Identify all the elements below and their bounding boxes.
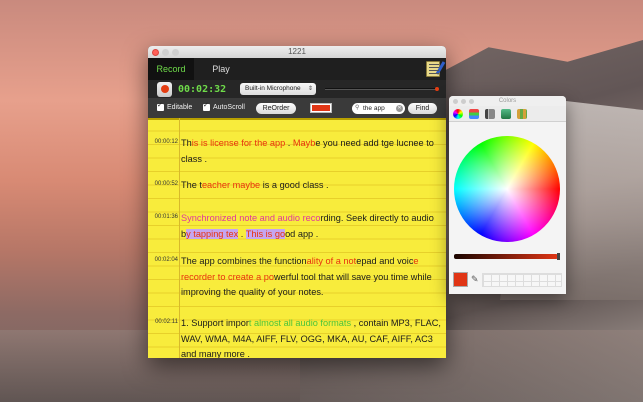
window-titlebar[interactable]: 1221 [148, 46, 446, 58]
paper-top-rule [148, 118, 446, 120]
note-text-run: 1. Support impor [181, 318, 249, 328]
saved-swatches-grid[interactable] [482, 273, 562, 287]
autoscroll-label: AutoScroll [213, 104, 245, 111]
edit-controls-bar: Editable AutoScroll ReOrder ⚲ the app ✕ … [148, 98, 446, 118]
record-bar: 00:02:32 Built-in Microphone ⇕ [148, 80, 446, 98]
note-text[interactable]: This is license for the app . Maybe you … [181, 136, 443, 167]
note-text-run: This is go [245, 228, 286, 239]
notes-paper[interactable]: 00:00:12 This is license for the app . Ma… [148, 118, 446, 358]
colors-titlebar[interactable]: Colors [449, 96, 566, 106]
color-palettes-icon[interactable] [485, 108, 495, 119]
colors-panel: Colors ✎ [449, 96, 566, 294]
note-text[interactable]: 1. Support import almost all audio forma… [181, 316, 443, 358]
brightness-slider-knob[interactable] [557, 253, 560, 260]
note-text-run: y tapping tex [186, 228, 239, 239]
tab-record[interactable]: Record [148, 58, 194, 80]
reorder-button[interactable]: ReOrder [256, 103, 296, 114]
record-timer: 00:02:32 [178, 83, 227, 95]
current-color-swatch[interactable] [453, 272, 468, 287]
notepad-icon[interactable] [426, 61, 446, 77]
level-meter [325, 87, 439, 91]
updown-arrow-icon: ⇕ [307, 86, 313, 92]
note-text[interactable]: The app combines the functionality of a … [181, 254, 443, 301]
main-window: 1221 Record Play 00:02:32 Built-in Micro… [148, 46, 446, 358]
search-icon: ⚲ [355, 105, 360, 111]
colors-minimize-button[interactable] [461, 99, 466, 104]
colors-close-button[interactable] [453, 99, 458, 104]
note-text-run: . [285, 138, 293, 148]
record-dot-icon [160, 85, 169, 93]
note-text-run: The app combines the function [181, 256, 307, 266]
editable-check-icon [157, 101, 164, 111]
note-text[interactable]: The teacher maybe is a good class . [181, 178, 443, 194]
note-text-run: od app . [285, 228, 319, 239]
tab-play[interactable]: Play [196, 58, 246, 80]
pen-icon [435, 61, 446, 75]
note-text-run: Mayb [292, 138, 316, 148]
autoscroll-checkbox[interactable]: AutoScroll [203, 101, 245, 111]
note-text-run: The t [181, 180, 202, 190]
note-text[interactable]: Synchronized note and audio recording. S… [181, 211, 443, 242]
record-button[interactable] [157, 81, 172, 97]
mode-tabbar: Record Play [148, 58, 446, 80]
crayons-icon[interactable] [517, 108, 527, 119]
note-text-run: epad and voic [356, 256, 414, 266]
paper-margin-line [179, 118, 180, 358]
clear-search-icon[interactable]: ✕ [396, 105, 403, 112]
image-palettes-icon[interactable] [501, 108, 511, 119]
editable-checkbox[interactable]: Editable [157, 101, 193, 111]
note-timestamp[interactable]: 00:02:04 [151, 257, 178, 263]
note-text-run: is is license for the app [191, 138, 286, 148]
level-peak-indicator [435, 87, 439, 91]
note-text-run: eacher maybe [201, 180, 261, 190]
colors-title: Colors [498, 98, 517, 104]
close-window-button[interactable] [152, 48, 159, 56]
note-timestamp[interactable]: 00:01:36 [151, 214, 178, 220]
note-timestamp[interactable]: 00:00:12 [151, 139, 178, 145]
search-value: the app [363, 105, 385, 112]
autoscroll-check-icon [203, 101, 210, 111]
input-device-select[interactable]: Built-in Microphone ⇕ [240, 83, 316, 95]
window-title: 1221 [288, 47, 306, 56]
text-color-well[interactable] [310, 103, 332, 113]
note-text-run: . [238, 228, 246, 239]
brightness-slider[interactable] [454, 254, 558, 259]
color-wheel-icon[interactable] [453, 108, 463, 119]
note-text-run: is a good class . [260, 180, 329, 190]
note-text-run: Synchronized note and audio reco [181, 213, 321, 223]
editable-label: Editable [167, 104, 193, 111]
note-timestamp[interactable]: 00:02:11 [151, 319, 178, 325]
color-wheel[interactable] [454, 136, 560, 242]
eyedropper-icon[interactable]: ✎ [471, 274, 479, 285]
note-text-run: t almost all audio formats [248, 318, 352, 328]
minimize-window-button[interactable] [162, 48, 169, 56]
text-color-swatch [312, 105, 330, 111]
zoom-window-button[interactable] [172, 48, 179, 56]
find-button[interactable]: Find [408, 103, 437, 114]
colors-zoom-button[interactable] [469, 99, 474, 104]
search-input[interactable]: ⚲ the app ✕ [352, 103, 405, 114]
note-text-run: Th [181, 138, 192, 148]
colors-toolbar [449, 106, 566, 122]
note-text-run: ality of a not [306, 256, 357, 266]
color-sliders-icon[interactable] [469, 108, 479, 119]
input-device-value: Built-in Microphone [245, 85, 301, 92]
note-timestamp[interactable]: 00:00:52 [151, 181, 178, 187]
